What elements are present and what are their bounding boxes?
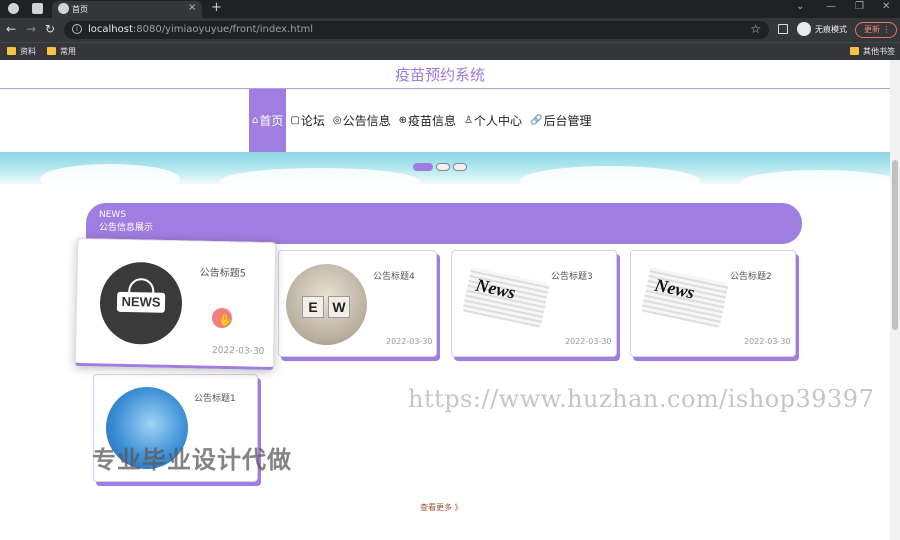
news-header-cn: 公告信息展示: [99, 223, 154, 233]
browser-tab-bar: 首页 × + ⌄ — ❐ ✕: [0, 0, 900, 18]
restore-icon[interactable]: ❐: [855, 1, 864, 12]
back-icon[interactable]: ←: [6, 22, 16, 36]
card-title: 公告标题1: [194, 394, 236, 404]
nav-item-announcements[interactable]: ◎ 公告信息: [329, 89, 395, 152]
banner-cloud: [740, 170, 890, 184]
side-panel-icon[interactable]: [778, 24, 788, 34]
hero-banner[interactable]: [0, 152, 890, 184]
news-card-hovered[interactable]: NEWS 公告标题5 2022-03-30: [74, 237, 277, 371]
nav-item-profile[interactable]: ♙ 个人中心: [460, 89, 526, 152]
address-bar[interactable]: i localhost:8080/yimiaoyuyue/front/index…: [64, 21, 769, 39]
incognito-icon[interactable]: [797, 22, 811, 36]
bookmarks-bar: 资料 常用 其他书签: [0, 42, 900, 60]
folder-icon: [850, 47, 859, 55]
news-card[interactable]: E W 公告标题4 2022-03-30: [278, 250, 437, 357]
banner-cloud: [40, 164, 180, 184]
url-text[interactable]: localhost:8080/yimiaoyuyue/front/index.h…: [88, 24, 313, 35]
main-nav: ⌂ 首页 ▢ 论坛 ◎ 公告信息 ⊕ 疫苗信息 ♙ 个人中心 🔗 后台管理: [249, 89, 595, 152]
forum-icon: ▢: [290, 115, 300, 126]
site-title: 疫苗预约系统: [394, 66, 485, 84]
view-more-link[interactable]: 查看更多 》: [420, 502, 463, 513]
card-title: 公告标题5: [199, 267, 247, 280]
hand-cursor-icon: ✋: [218, 313, 233, 327]
news-header-en: NEWS: [99, 210, 127, 220]
card-date: 2022-03-30: [744, 337, 791, 346]
nav-item-vaccines[interactable]: ⊕ 疫苗信息: [395, 89, 460, 152]
ew-letter: E: [302, 296, 324, 318]
card-date: 2022-03-30: [565, 337, 612, 346]
new-tab-button[interactable]: +: [211, 0, 222, 15]
page-content: 疫苗预约系统 ⌂ 首页 ▢ 论坛 ◎ 公告信息 ⊕ 疫苗信息 ♙ 个人中心 🔗 后台管理 N…: [0, 60, 890, 540]
minimize-icon[interactable]: —: [826, 1, 836, 12]
ew-letter: W: [328, 296, 350, 318]
info-icon[interactable]: i: [72, 24, 82, 34]
browser-profile-icon[interactable]: [8, 3, 19, 14]
news-card[interactable]: News 公告标题3 2022-03-30: [451, 250, 617, 357]
home-icon: ⌂: [252, 115, 259, 126]
card-date: 2022-03-30: [386, 337, 433, 346]
bookmark-folder-ziliao[interactable]: 资料: [7, 46, 36, 57]
scrollbar-thumb[interactable]: [892, 160, 898, 330]
news-globe-logo: NEWS: [99, 261, 183, 346]
card-date: 2022-03-30: [211, 345, 265, 357]
bookmark-star-icon[interactable]: ☆: [750, 22, 761, 36]
window-close-icon[interactable]: ✕: [882, 1, 890, 12]
news-section-header: NEWS 公告信息展示: [86, 203, 802, 244]
carousel-dots: [413, 163, 467, 171]
watermark-url: https://www.huzhan.com/ishop39397: [408, 385, 875, 413]
announcement-icon: ◎: [332, 115, 342, 126]
forward-icon[interactable]: →: [26, 22, 36, 36]
globe-icon: [58, 3, 69, 14]
card-title: 公告标题3: [551, 272, 593, 282]
folder-icon: [47, 47, 56, 55]
reload-icon[interactable]: ↻: [45, 22, 55, 36]
card-title: 公告标题4: [373, 272, 415, 282]
card-thumbnail: E W: [286, 264, 367, 345]
folder-icon: [7, 47, 16, 55]
nav-item-admin[interactable]: 🔗 后台管理: [526, 89, 595, 152]
carousel-dot-1[interactable]: [413, 163, 433, 171]
watermark-text: 专业毕业设计代做: [92, 446, 292, 474]
incognito-label: 无痕模式: [815, 25, 847, 34]
banner-cloud: [220, 168, 420, 184]
news-logo-text: NEWS: [116, 291, 166, 313]
newspaper-image: News: [462, 267, 550, 328]
news-card[interactable]: News 公告标题2 2022-03-30: [630, 250, 796, 357]
close-icon[interactable]: ×: [188, 2, 196, 13]
update-button[interactable]: 更新 ⋮: [855, 22, 897, 38]
banner-cloud: [520, 166, 700, 184]
bookmark-folder-changyong[interactable]: 常用: [47, 46, 76, 57]
vaccine-icon: ⊕: [398, 115, 407, 126]
other-bookmarks[interactable]: 其他书签: [850, 46, 895, 57]
chevron-down-icon[interactable]: ⌄: [796, 1, 804, 12]
carousel-dot-3[interactable]: [453, 163, 467, 171]
link-icon: 🔗: [529, 115, 543, 126]
nav-item-home[interactable]: ⌂ 首页: [249, 89, 287, 152]
card-title: 公告标题2: [730, 272, 772, 282]
tab-title: 首页: [72, 5, 88, 14]
tab-search-icon[interactable]: [32, 3, 43, 14]
newspaper-image: News: [641, 267, 729, 328]
carousel-dot-2[interactable]: [436, 163, 450, 171]
page-scrollbar[interactable]: [890, 60, 900, 540]
user-icon: ♙: [464, 115, 473, 126]
nav-item-forum[interactable]: ▢ 论坛: [286, 89, 328, 152]
browser-toolbar: ← → ↻ i localhost:8080/yimiaoyuyue/front…: [0, 18, 900, 42]
